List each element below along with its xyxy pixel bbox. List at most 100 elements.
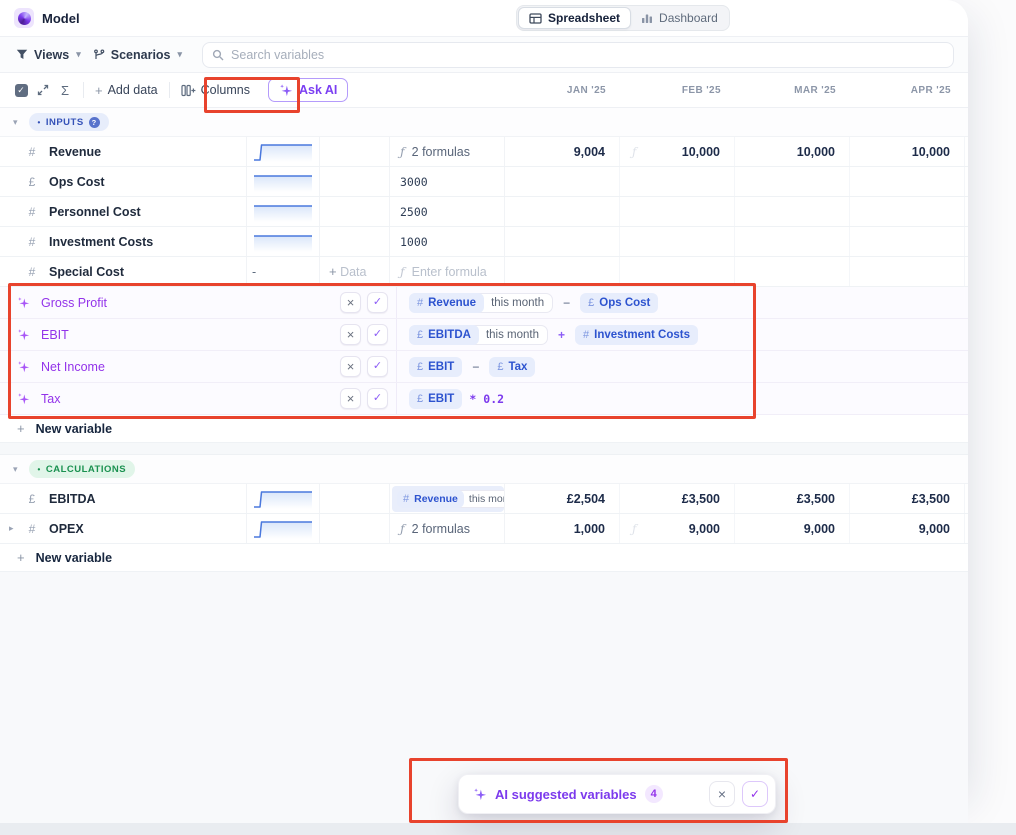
accept-suggestion-button[interactable]: ✓	[367, 388, 388, 409]
time-modifier-chip[interactable]: this month	[483, 297, 552, 309]
variable-name-cell[interactable]: £ EBITDA	[0, 484, 247, 513]
search-box[interactable]	[202, 42, 954, 68]
ai-row-name-cell[interactable]: Gross Profit × ✓	[0, 287, 397, 318]
sparkline-cell[interactable]	[247, 484, 320, 513]
sparkline-cell[interactable]	[247, 227, 320, 256]
value-cell-feb[interactable]: ƒ9,000	[620, 514, 735, 543]
variable-chip[interactable]: #Revenue	[409, 293, 484, 313]
variable-name-cell[interactable]: ▸ # OPEX	[0, 514, 247, 543]
ai-row-name-cell[interactable]: Tax × ✓	[0, 383, 397, 414]
formula-cell-active[interactable]: #Revenue this month − £O	[390, 484, 505, 513]
reject-suggestion-button[interactable]: ×	[340, 292, 361, 313]
variable-name-cell[interactable]: # Investment Costs	[0, 227, 247, 256]
data-cell[interactable]	[320, 514, 390, 543]
value-cell-jan[interactable]	[505, 167, 620, 196]
accept-all-button[interactable]: ✓	[742, 781, 768, 807]
sum-button[interactable]: Σ	[54, 79, 76, 101]
variable-chip[interactable]: #Investment Costs	[575, 325, 698, 345]
formula-cell[interactable]: 1000	[390, 227, 505, 256]
value-cell-jan[interactable]	[505, 227, 620, 256]
data-cell[interactable]	[320, 137, 390, 166]
sparkline-cell[interactable]	[247, 137, 320, 166]
formula-cell[interactable]: ƒ 2 formulas	[390, 137, 505, 166]
inputs-section-badge[interactable]: • INPUTS ?	[29, 113, 109, 131]
column-header-jan[interactable]: JAN '25	[505, 73, 620, 108]
info-icon[interactable]: ?	[89, 117, 100, 128]
tab-dashboard[interactable]: Dashboard	[631, 7, 728, 29]
expand-chevron-icon[interactable]: ▸	[9, 523, 14, 534]
sparkline-cell[interactable]	[247, 514, 320, 543]
formula-chips[interactable]: #Revenue this month − £Ops Cost	[397, 293, 658, 313]
ai-row-name-cell[interactable]: EBIT × ✓	[0, 319, 397, 350]
value-cell-feb[interactable]: ƒ10,000	[620, 137, 735, 166]
data-cell[interactable]	[320, 197, 390, 226]
sparkline-cell[interactable]	[247, 167, 320, 196]
formula-chips[interactable]: £EBITDA this month + #Investment Costs	[397, 325, 698, 345]
formula-chips[interactable]: £EBIT − £Tax	[397, 357, 535, 377]
value-cell-jan[interactable]: £2,504	[505, 484, 620, 513]
column-header-feb[interactable]: FEB '25	[620, 73, 735, 108]
formula-cell[interactable]: 3000	[390, 167, 505, 196]
collapse-chevron-icon[interactable]: ▾	[13, 117, 18, 128]
add-data-button[interactable]: + Add data	[91, 83, 162, 98]
variable-chip[interactable]: £EBIT	[409, 357, 462, 377]
value-cell-feb[interactable]	[620, 227, 735, 256]
select-all-button[interactable]: ✓	[10, 79, 32, 101]
value-cell-apr[interactable]: 10,000	[850, 137, 965, 166]
value-cell-apr[interactable]	[850, 227, 965, 256]
column-header-apr[interactable]: APR '25	[850, 73, 965, 108]
sparkline-cell[interactable]: -	[247, 257, 320, 286]
variable-name-cell[interactable]: £ Ops Cost	[0, 167, 247, 196]
value-cell-feb[interactable]: £3,500	[620, 484, 735, 513]
new-variable-button-calculations[interactable]: + New variable	[0, 544, 968, 572]
formula-editor[interactable]: #Revenue this month − £O	[392, 486, 504, 512]
value-cell-mar[interactable]: 9,000	[735, 514, 850, 543]
reject-suggestion-button[interactable]: ×	[340, 388, 361, 409]
value-cell-jan[interactable]: 1,000	[505, 514, 620, 543]
columns-button[interactable]: Columns	[177, 83, 254, 97]
formula-cell[interactable]: ƒ Enter formula	[390, 257, 505, 286]
variable-chip[interactable]: £Ops Cost	[580, 293, 658, 313]
views-dropdown[interactable]: Views ▾	[10, 48, 87, 62]
accept-suggestion-button[interactable]: ✓	[367, 292, 388, 313]
reject-suggestion-button[interactable]: ×	[340, 356, 361, 377]
tab-spreadsheet[interactable]: Spreadsheet	[518, 7, 631, 29]
value-cell-feb[interactable]	[620, 197, 735, 226]
variable-name-cell[interactable]: # Revenue	[0, 137, 247, 166]
formula-cell[interactable]: 2500	[390, 197, 505, 226]
value-cell-jan[interactable]	[505, 257, 620, 286]
sparkline-cell[interactable]	[247, 197, 320, 226]
value-cell-apr[interactable]: 9,000	[850, 514, 965, 543]
value-cell-feb[interactable]	[620, 257, 735, 286]
ask-ai-button[interactable]: Ask AI	[268, 78, 348, 102]
data-cell[interactable]	[320, 484, 390, 513]
add-data-cell[interactable]: + Data	[320, 257, 390, 286]
accept-suggestion-button[interactable]: ✓	[367, 356, 388, 377]
search-input[interactable]	[231, 48, 944, 62]
variable-chip[interactable]: £Tax	[489, 357, 535, 377]
accept-suggestion-button[interactable]: ✓	[367, 324, 388, 345]
variable-chip[interactable]: £EBITDA	[409, 325, 479, 345]
value-cell-feb[interactable]	[620, 167, 735, 196]
new-variable-button-inputs[interactable]: + New variable	[0, 415, 968, 443]
value-cell-apr[interactable]	[850, 257, 965, 286]
value-cell-mar[interactable]	[735, 227, 850, 256]
value-cell-apr[interactable]	[850, 167, 965, 196]
value-cell-mar[interactable]	[735, 257, 850, 286]
column-header-mar[interactable]: MAR '25	[735, 73, 850, 108]
dismiss-all-button[interactable]: ×	[709, 781, 735, 807]
variable-name-cell[interactable]: # Personnel Cost	[0, 197, 247, 226]
value-cell-apr[interactable]: £3,500	[850, 484, 965, 513]
value-cell-jan[interactable]	[505, 197, 620, 226]
variable-name-cell[interactable]: # Special Cost	[0, 257, 247, 286]
calculations-section-badge[interactable]: • CALCULATIONS	[29, 460, 136, 478]
value-cell-jan[interactable]: 9,004	[505, 137, 620, 166]
collapse-chevron-icon[interactable]: ▾	[13, 464, 18, 475]
formula-cell[interactable]: ƒ 2 formulas	[390, 514, 505, 543]
time-modifier-chip[interactable]: this month	[463, 493, 504, 505]
value-cell-mar[interactable]	[735, 197, 850, 226]
time-modifier-chip[interactable]: this month	[478, 329, 547, 341]
reject-suggestion-button[interactable]: ×	[340, 324, 361, 345]
expand-button[interactable]	[32, 79, 54, 101]
variable-chip[interactable]: #Revenue	[397, 490, 464, 508]
